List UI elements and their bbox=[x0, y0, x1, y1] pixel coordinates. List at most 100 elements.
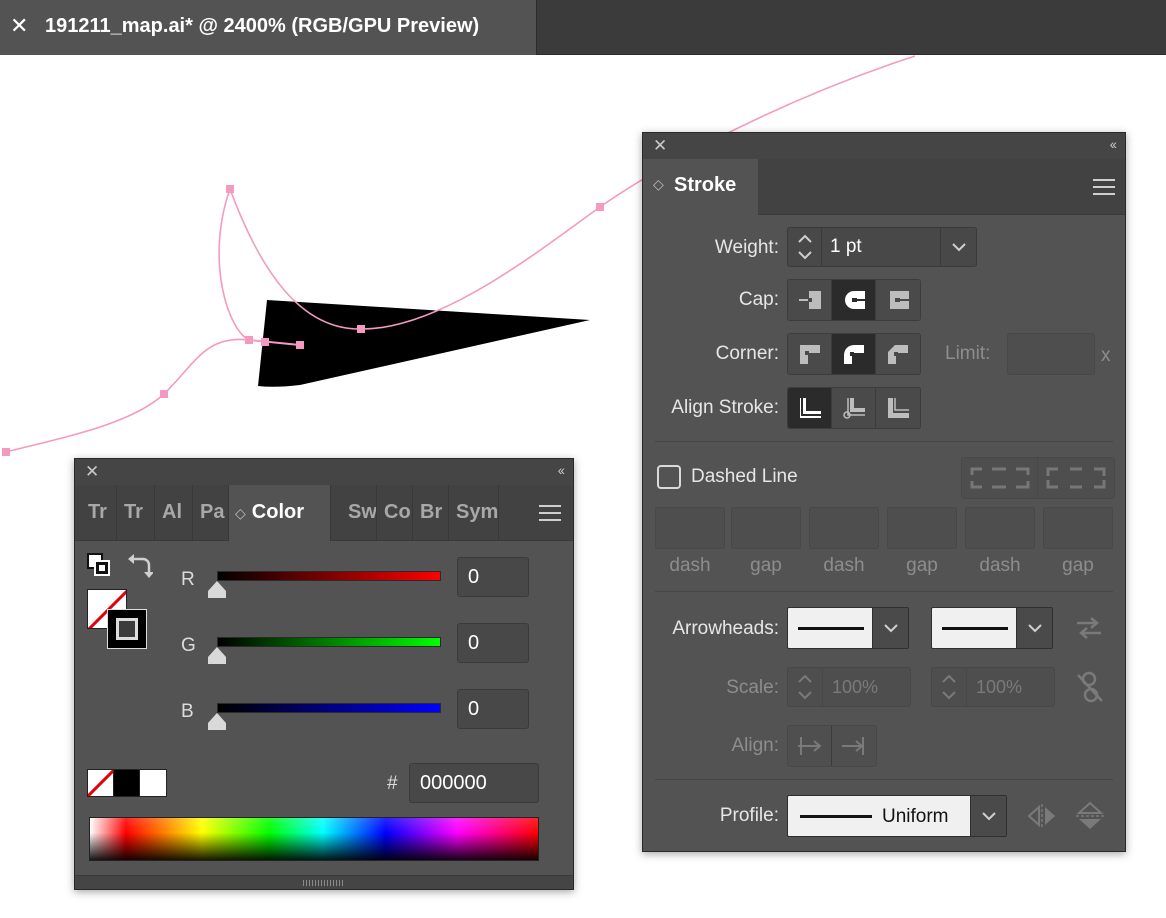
start-arrowhead-select[interactable] bbox=[787, 607, 909, 649]
start-arrowhead-dropdown[interactable] bbox=[872, 608, 908, 648]
butt-cap-button[interactable] bbox=[788, 280, 832, 320]
tab-transform[interactable]: Tr bbox=[117, 485, 155, 541]
miter-join-button[interactable] bbox=[788, 334, 832, 374]
end-arrowhead-select[interactable] bbox=[931, 607, 1053, 649]
anchor-point[interactable] bbox=[357, 325, 365, 333]
anchor-point[interactable] bbox=[296, 341, 304, 349]
default-fill-stroke-button[interactable] bbox=[87, 553, 111, 582]
tab-color[interactable]: ◇ Color bbox=[229, 485, 331, 541]
anchor-point[interactable] bbox=[261, 338, 269, 346]
weight-stepper[interactable] bbox=[788, 228, 822, 266]
gap-field-2[interactable] bbox=[887, 507, 957, 549]
color-panel: ✕ ‹‹ Tr Tr Al Pa ◇ Color Sw Co Br Sym R 0… bbox=[74, 458, 574, 890]
flip-across-button[interactable] bbox=[1075, 801, 1105, 836]
tab-align[interactable]: Al bbox=[155, 485, 193, 541]
tab-pathfinder[interactable]: Pa bbox=[193, 485, 229, 541]
tab-transparency[interactable]: Tr bbox=[81, 485, 117, 541]
black-swatch[interactable] bbox=[114, 770, 140, 796]
anchor-point[interactable] bbox=[226, 185, 234, 193]
close-panel-icon[interactable]: ✕ bbox=[85, 462, 99, 482]
blue-label: B bbox=[181, 701, 194, 722]
swap-fill-stroke-button[interactable] bbox=[127, 553, 154, 584]
black-triangle-shape[interactable] bbox=[258, 300, 590, 387]
weight-dropdown[interactable] bbox=[940, 228, 976, 266]
red-slider-track[interactable] bbox=[217, 571, 441, 581]
green-slider-track[interactable] bbox=[217, 637, 441, 647]
weight-value: 1 pt bbox=[830, 236, 862, 257]
align-stroke-outside-button[interactable] bbox=[876, 388, 920, 428]
green-slider-thumb[interactable] bbox=[208, 647, 226, 664]
anchor-point[interactable] bbox=[245, 336, 253, 344]
dash-field-3[interactable] bbox=[965, 507, 1035, 549]
anchor-point[interactable] bbox=[2, 448, 10, 456]
align-center-icon bbox=[799, 398, 821, 418]
stepper-arrows-icon bbox=[798, 234, 812, 260]
profile-label: Profile: bbox=[719, 805, 779, 826]
link-scale-button[interactable] bbox=[1075, 671, 1105, 710]
tab-swatches[interactable]: Sw bbox=[341, 485, 377, 541]
preserve-dash-button[interactable] bbox=[962, 458, 1038, 498]
limit-field[interactable] bbox=[1007, 333, 1095, 375]
blue-value-field[interactable]: 0 bbox=[457, 689, 529, 729]
end-scale-field[interactable]: 100% bbox=[931, 667, 1055, 707]
profile-dropdown[interactable] bbox=[970, 796, 1006, 836]
bevel-join-button[interactable] bbox=[876, 334, 920, 374]
extend-arrow-tip-button[interactable] bbox=[788, 726, 832, 766]
align-dash-corners-button[interactable] bbox=[1038, 458, 1114, 498]
gap-field-1[interactable] bbox=[731, 507, 801, 549]
scale-label: Scale: bbox=[726, 677, 779, 698]
start-scale-field[interactable]: 100% bbox=[787, 667, 911, 707]
align-stroke-inside-button[interactable] bbox=[832, 388, 876, 428]
stroke-swatch-black[interactable] bbox=[107, 609, 147, 649]
color-spectrum[interactable] bbox=[89, 817, 539, 861]
weight-label: Weight: bbox=[714, 237, 779, 258]
flip-along-button[interactable] bbox=[1027, 803, 1057, 834]
blue-slider-track[interactable] bbox=[217, 703, 441, 713]
limit-suffix: x bbox=[1101, 345, 1111, 366]
none-slash-icon bbox=[88, 770, 113, 796]
arrow-extend-icon bbox=[797, 737, 822, 755]
anchor-point[interactable] bbox=[160, 390, 168, 398]
tab-brushes[interactable]: Br bbox=[413, 485, 449, 541]
projecting-cap-button[interactable] bbox=[876, 280, 920, 320]
collapse-panel-icon[interactable]: ‹‹ bbox=[558, 462, 565, 478]
hex-value-field[interactable]: 000000 bbox=[409, 763, 539, 803]
profile-preview bbox=[800, 815, 872, 818]
tab-symbols[interactable]: Sym bbox=[449, 485, 499, 541]
swap-arrowheads-button[interactable] bbox=[1075, 615, 1103, 646]
profile-select[interactable]: Uniform bbox=[787, 795, 1007, 837]
blue-slider-thumb[interactable] bbox=[208, 713, 226, 730]
close-panel-icon[interactable]: ✕ bbox=[653, 136, 667, 156]
panel-menu-icon[interactable] bbox=[1093, 179, 1115, 195]
cap-label: Cap: bbox=[738, 289, 779, 310]
gap-field-3[interactable] bbox=[1043, 507, 1113, 549]
tab-color-guide[interactable]: Co bbox=[377, 485, 413, 541]
end-arrowhead-dropdown[interactable] bbox=[1016, 608, 1052, 648]
tab-stroke[interactable]: ◇ Stroke bbox=[643, 159, 758, 215]
red-value-field[interactable]: 0 bbox=[457, 557, 529, 597]
weight-field[interactable]: 1 pt bbox=[787, 227, 977, 267]
none-swatch[interactable] bbox=[88, 770, 114, 796]
stroke-panel: ✕ ‹‹ ◇ Stroke Weight: 1 pt Cap: Corner: bbox=[642, 132, 1126, 852]
white-swatch[interactable] bbox=[140, 770, 166, 796]
round-join-button[interactable] bbox=[832, 334, 876, 374]
chevron-down-icon bbox=[883, 624, 898, 633]
anchor-point[interactable] bbox=[596, 203, 604, 211]
red-slider-thumb[interactable] bbox=[208, 581, 226, 598]
chevron-down-icon bbox=[951, 243, 966, 252]
panel-menu-icon[interactable] bbox=[539, 505, 561, 521]
align-stroke-center-button[interactable] bbox=[788, 388, 832, 428]
dash-field-2[interactable] bbox=[809, 507, 879, 549]
place-arrow-tip-button[interactable] bbox=[832, 726, 876, 766]
collapse-panel-icon[interactable]: ‹‹ bbox=[1110, 136, 1117, 152]
dashed-line-checkbox[interactable] bbox=[657, 465, 681, 489]
flip-horizontal-icon bbox=[1027, 804, 1055, 828]
butt-cap-icon bbox=[798, 291, 821, 309]
cap-button-group bbox=[787, 279, 921, 321]
round-cap-button[interactable] bbox=[832, 280, 876, 320]
default-colors-icon bbox=[87, 553, 110, 576]
dash-field-1[interactable] bbox=[655, 507, 725, 549]
green-value-field[interactable]: 0 bbox=[457, 623, 529, 663]
flip-vertical-icon bbox=[1076, 801, 1104, 829]
panel-resize-bar[interactable] bbox=[75, 875, 573, 889]
